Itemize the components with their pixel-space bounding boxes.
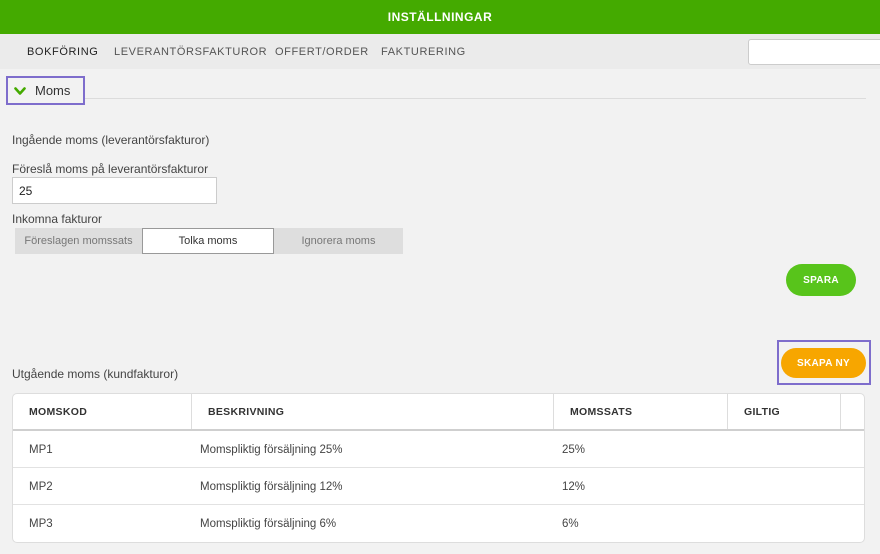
cell-code: MP1: [29, 443, 53, 456]
cell-valid: [720, 505, 736, 542]
page-title: INSTÄLLNINGAR: [387, 10, 493, 24]
cell-description: Momspliktig försäljning 6%: [200, 517, 337, 530]
tab-bokforing[interactable]: BOKFÖRING: [27, 46, 98, 58]
column-header-spacer: [841, 394, 864, 429]
table-row[interactable]: MP1 Momspliktig försäljning 25% 25%: [13, 431, 864, 468]
cell-valid: [720, 431, 736, 468]
save-button[interactable]: SPARA: [786, 264, 856, 296]
cell-rate: 12%: [562, 480, 586, 493]
create-new-button[interactable]: SKAPA NY: [781, 348, 866, 378]
incoming-invoices-label: Inkomna fakturor: [12, 212, 103, 226]
vat-codes-table: MOMSKOD BESKRIVNING MOMSSATS GILTIG MP1 …: [12, 393, 865, 543]
table-header: MOMSKOD BESKRIVNING MOMSSATS GILTIG: [13, 394, 864, 431]
settings-nav: BOKFÖRING LEVERANTÖRSFAKTUROR OFFERT/ORD…: [0, 34, 880, 69]
column-header-momskod[interactable]: MOMSKOD: [13, 394, 192, 429]
section-title: Moms: [35, 83, 71, 98]
table-row[interactable]: MP3 Momspliktig försäljning 6% 6%: [13, 505, 864, 542]
tab-offert-order[interactable]: OFFERT/ORDER: [275, 46, 369, 58]
suggest-vat-field[interactable]: [12, 177, 217, 204]
app-header: INSTÄLLNINGAR: [0, 0, 880, 34]
option-ignore-vat[interactable]: Ignorera moms: [274, 228, 403, 254]
option-interpret-vat[interactable]: Tolka moms: [142, 228, 274, 254]
cell-description: Momspliktig försäljning 25%: [200, 443, 343, 456]
chevron-down-icon: [14, 86, 26, 95]
cell-code: MP3: [29, 517, 53, 530]
column-header-momssats[interactable]: MOMSSATS: [554, 394, 728, 429]
column-header-beskrivning[interactable]: BESKRIVNING: [192, 394, 554, 429]
tab-fakturering[interactable]: FAKTURERING: [381, 46, 466, 58]
option-suggested-rate[interactable]: Föreslagen momssats: [15, 228, 142, 254]
tab-leverantorsfakturor[interactable]: LEVERANTÖRSFAKTUROR: [114, 46, 267, 58]
search-input[interactable]: [748, 39, 880, 65]
table-row[interactable]: MP2 Momspliktig försäljning 12% 12%: [13, 468, 864, 505]
cell-description: Momspliktig försäljning 12%: [200, 480, 343, 493]
incoming-invoices-segmented: Föreslagen momssats Tolka moms Ignorera …: [15, 228, 403, 254]
cell-rate: 6%: [562, 517, 579, 530]
section-toggle-moms[interactable]: Moms: [6, 76, 85, 105]
suggest-vat-label: Föreslå moms på leverantörsfakturor: [12, 162, 209, 176]
column-header-giltig[interactable]: GILTIG: [728, 394, 841, 429]
cell-rate: 25%: [562, 443, 586, 456]
incoming-vat-heading: Ingående moms (leverantörsfakturor): [12, 133, 210, 147]
outgoing-vat-heading: Utgående moms (kundfakturor): [12, 367, 179, 381]
cell-valid: [720, 468, 736, 505]
section-divider: [10, 98, 866, 99]
cell-code: MP2: [29, 480, 53, 493]
